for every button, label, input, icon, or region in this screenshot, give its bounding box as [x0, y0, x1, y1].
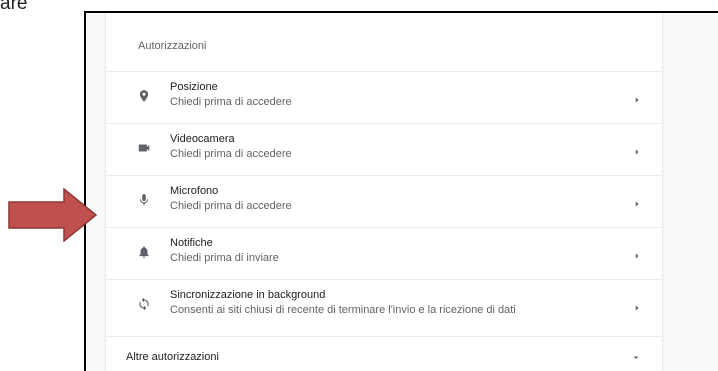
permission-sublabel: Chiedi prima di accedere	[170, 96, 292, 108]
chevron-right-icon	[632, 92, 642, 103]
location-pin-icon	[136, 88, 152, 104]
chevron-right-icon	[632, 144, 642, 155]
page-label: are	[0, 0, 28, 14]
settings-screenshot: Autorizzazioni Posizione Chiedi prima di…	[84, 11, 718, 371]
permission-label: Posizione	[170, 81, 218, 93]
permission-label: Notifiche	[170, 237, 213, 249]
permission-row-camera[interactable]: Videocamera Chiedi prima di accedere	[106, 123, 662, 175]
chevron-right-icon	[632, 196, 642, 207]
mic-icon	[136, 192, 152, 208]
permission-label: Videocamera	[170, 133, 235, 145]
permission-label: Microfono	[170, 185, 219, 197]
permission-sublabel: Chiedi prima di accedere	[170, 148, 292, 160]
chevron-down-icon	[630, 351, 642, 363]
more-permissions-label: Altre autorizzazioni	[126, 351, 219, 363]
permission-sublabel: Consenti ai siti chiusi di recente di te…	[170, 304, 516, 316]
more-permissions-row[interactable]: Altre autorizzazioni	[106, 336, 662, 371]
chevron-right-icon	[632, 248, 642, 259]
permission-sublabel: Chiedi prima di accedere	[170, 200, 292, 212]
bell-icon	[136, 244, 152, 260]
permission-row-location[interactable]: Posizione Chiedi prima di accedere	[106, 71, 662, 123]
permission-row-notifications[interactable]: Notifiche Chiedi prima di inviare	[106, 227, 662, 279]
sync-icon	[136, 296, 152, 312]
section-title: Autorizzazioni	[138, 40, 207, 52]
chevron-right-icon	[632, 300, 642, 311]
red-arrow-icon	[8, 188, 98, 242]
permission-row-microphone[interactable]: Microfono Chiedi prima di accedere	[106, 175, 662, 227]
permissions-panel: Autorizzazioni Posizione Chiedi prima di…	[106, 13, 662, 371]
permission-row-background-sync[interactable]: Sincronizzazione in background Consenti …	[106, 279, 662, 331]
videocam-icon	[136, 140, 152, 156]
permission-sublabel: Chiedi prima di inviare	[170, 252, 279, 264]
permission-label: Sincronizzazione in background	[170, 289, 326, 301]
